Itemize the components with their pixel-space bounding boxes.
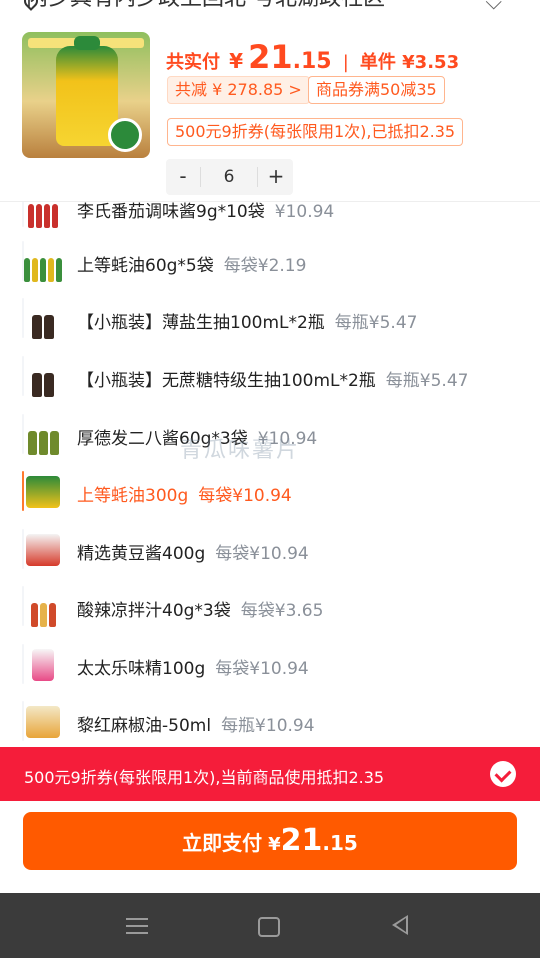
option-item[interactable]: 太太乐味精100g 每袋¥10.94 (22, 644, 309, 684)
price-separator: | (342, 52, 349, 73)
price-row: 共实付 ¥ 21.15 | 单件 ¥3.53 (166, 38, 460, 76)
option-item[interactable]: 上等蚝油60g*5袋 每袋¥2.19 (22, 241, 306, 282)
product-option-list: 李氏番茄调味酱9g*10袋 ¥10.94 上等蚝油60g*5袋 每袋¥2.19 【小… (0, 190, 540, 747)
product-coupon-tag: 商品券满50减35 (308, 76, 445, 104)
quantity-input[interactable]: 6 (200, 167, 258, 187)
quantity-minus-button[interactable]: - (166, 159, 200, 195)
pay-integer: 21 (280, 823, 323, 858)
option-item-selected[interactable]: 上等蚝油300g 每袋¥10.94 (22, 471, 292, 511)
check-circle-icon[interactable] (490, 761, 516, 787)
option-name: 精选黄豆酱400g (77, 544, 206, 564)
quantity-stepper: - 6 + (166, 159, 293, 195)
option-price: 每瓶¥10.94 (221, 716, 315, 736)
oyster-sauce-bag-icon (23, 472, 63, 512)
unit-price: 单件 ¥3.53 (359, 52, 460, 73)
option-price: 每瓶¥5.47 (334, 313, 418, 333)
product-thumbnail (22, 32, 150, 158)
option-name: 黎红麻椒油-50ml (77, 716, 212, 736)
discount-coupon-tag: 500元9折券(每张限用1次),已抵扣2.35 (167, 118, 464, 146)
recent-apps-icon[interactable] (124, 913, 150, 939)
option-name: 上等蚝油60g*5袋 (77, 256, 214, 276)
system-nav-bar (0, 893, 540, 958)
home-icon[interactable] (258, 917, 280, 937)
soybean-paste-icon (23, 530, 63, 570)
address-text: 内乡具有内乡政上回北 号北湖政社区 (26, 0, 406, 12)
paid-currency: ¥ (229, 49, 244, 73)
option-item[interactable]: 【小瓶装】薄盐生抽100mL*2瓶 每瓶¥5.47 (22, 298, 417, 339)
option-item[interactable]: 精选黄豆酱400g 每袋¥10.94 (22, 529, 309, 569)
msg-bag-icon (23, 645, 63, 685)
option-name: 【小瓶装】无蔗糖特级生抽100mL*2瓶 (77, 371, 376, 391)
coupon-bar-text: 500元9折券(每张限用1次),当前商品使用抵扣2.35 (24, 768, 385, 787)
option-price: 每袋¥10.94 (198, 486, 292, 506)
pay-bar: 立即支付 ¥21.15 (0, 801, 540, 893)
option-name: 上等蚝油300g (77, 486, 189, 506)
pepper-oil-bottle-icon (23, 702, 63, 742)
option-name: 酸辣凉拌汁40g*3袋 (77, 601, 231, 621)
address-strip: 内乡具有内乡政上回北 号北湖政社区 ⌵ (0, 0, 540, 22)
close-icon[interactable]: ⌵ (485, 0, 502, 15)
paid-integer: 21 (248, 38, 293, 76)
oyster-sauce-sachets-icon (23, 242, 63, 282)
pay-now-button[interactable]: 立即支付 ¥21.15 (23, 812, 517, 870)
pay-currency: ¥ (268, 834, 281, 855)
option-item[interactable]: 【小瓶装】无蔗糖特级生抽100mL*2瓶 每瓶¥5.47 (22, 356, 468, 397)
soy-sauce-bottles-icon (23, 299, 63, 339)
coupon-bar[interactable]: 500元9折券(每张限用1次),当前商品使用抵扣2.35 (0, 747, 540, 801)
paid-label: 共实付 (166, 52, 220, 73)
back-icon[interactable] (392, 915, 408, 935)
option-price: 每袋¥10.94 (215, 659, 309, 679)
option-name: 太太乐味精100g (77, 659, 206, 679)
sour-spicy-sauce-icon (23, 587, 63, 627)
option-price: 每瓶¥5.47 (385, 371, 469, 391)
quantity-plus-button[interactable]: + (259, 159, 293, 195)
product-summary: 共实付 ¥ 21.15 | 单件 ¥3.53 共减 ¥ 278.85 > 商品券… (0, 22, 540, 202)
option-price: 每袋¥2.19 (223, 256, 307, 276)
soy-sauce-bottles-icon (23, 357, 63, 397)
option-price: 每袋¥3.65 (240, 601, 324, 621)
option-price: 每袋¥10.94 (215, 544, 309, 564)
option-item[interactable]: 黎红麻椒油-50ml 每瓶¥10.94 (22, 701, 315, 741)
option-item[interactable]: 酸辣凉拌汁40g*3袋 每袋¥3.65 (22, 586, 323, 627)
watermark-text: 青瓜味薯片 (180, 438, 301, 463)
paid-decimal: .15 (292, 49, 332, 74)
total-reduction-tag[interactable]: 共减 ¥ 278.85 > (167, 76, 310, 104)
option-name: 李氏番茄调味酱9g*10袋 (77, 202, 265, 222)
option-item[interactable]: 厚德发二八酱60g*3袋 ¥10.94 (22, 414, 317, 455)
option-price: ¥10.94 (274, 202, 335, 222)
pay-label: 立即支付 (182, 831, 263, 855)
pay-decimal: .15 (322, 831, 358, 855)
sauce-pouches-icon (23, 415, 63, 455)
option-name: 【小瓶装】薄盐生抽100mL*2瓶 (77, 313, 325, 333)
